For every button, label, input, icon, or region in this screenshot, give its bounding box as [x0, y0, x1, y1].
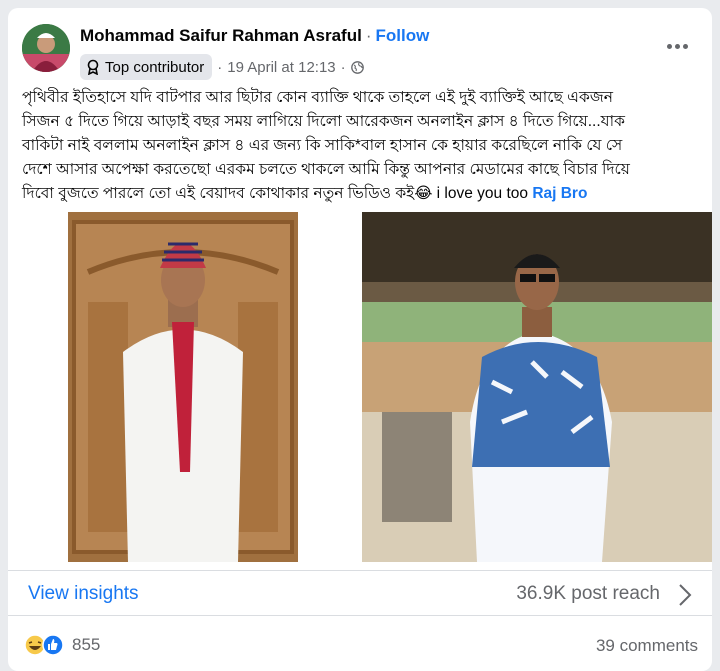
mention-link[interactable]: Raj Bro [532, 185, 587, 202]
follow-button[interactable]: Follow [375, 26, 429, 45]
post-meta: Top contributor · 19 April at 12:13 · [80, 54, 364, 80]
globe-icon [350, 60, 364, 74]
top-contributor-badge[interactable]: Top contributor [80, 54, 213, 80]
separator-dot: · [340, 58, 346, 76]
author-name[interactable]: Mohammad Saifur Rahman Asraful [80, 26, 362, 45]
post-text-line: দেশে আসার অপেক্ষা করতেছো এরকম চলতে থাকলে… [22, 161, 630, 178]
post-text: পৃথিবীর ইতিহাসে যদি বাটপার আর ছিটার কোন … [22, 86, 706, 206]
photo-grid [8, 212, 712, 562]
photo-right[interactable] [362, 212, 712, 562]
badge-label: Top contributor [105, 58, 205, 76]
separator-dot: · [365, 26, 372, 45]
insights-bar[interactable]: View insights 36.9K post reach [8, 570, 712, 616]
reactions-summary[interactable]: 855 [24, 634, 100, 656]
post-timestamp[interactable]: 19 April at 12:13 [227, 59, 335, 76]
post-text-line: দিবো বুজতে পারলে তো এই বেয়াদব কোথাকার ন… [22, 185, 588, 202]
avatar[interactable] [22, 24, 70, 72]
view-insights-link[interactable]: View insights [28, 583, 139, 605]
like-reaction-icon [42, 634, 64, 656]
post-text-line: সিজন ৫ দিতে গিয়ে আড়াই বছর সময় লাগিয়ে… [22, 113, 625, 130]
photo-left[interactable] [68, 212, 298, 562]
author-row: Mohammad Saifur Rahman Asraful · Follow [80, 26, 429, 46]
comments-count[interactable]: 39 comments [596, 636, 698, 656]
post-reach: 36.9K post reach [516, 583, 660, 604]
post-footer: 855 39 comments [8, 628, 712, 662]
chevron-right-icon[interactable] [678, 583, 692, 607]
reaction-count: 855 [72, 635, 101, 654]
separator-dot: · [217, 58, 223, 76]
more-icon[interactable] [662, 36, 692, 56]
post-card: Mohammad Saifur Rahman Asraful · Follow To… [8, 8, 712, 671]
post-text-line: বাকিটা নাই বললাম অনলাইন ক্লাস ৪ এর জন্য … [22, 137, 623, 154]
contributor-badge-icon [87, 59, 99, 75]
post-text-line: পৃথিবীর ইতিহাসে যদি বাটপার আর ছিটার কোন … [22, 89, 613, 106]
post-header: Mohammad Saifur Rahman Asraful · Follow To… [22, 22, 698, 82]
